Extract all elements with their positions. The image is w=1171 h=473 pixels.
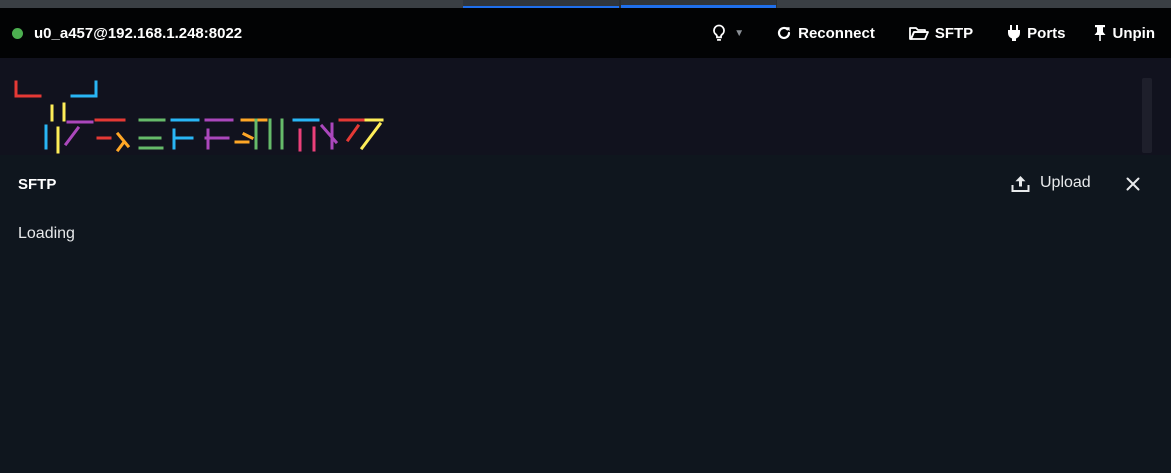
close-button[interactable]	[1124, 175, 1142, 193]
host-label: u0_a457@192.168.1.248:8022	[34, 24, 243, 42]
unpin-label: Unpin	[1112, 24, 1156, 42]
tab-strip	[0, 0, 1171, 8]
sftp-panel: SFTP Upload Loading	[0, 155, 1171, 473]
connection-info: u0_a457@192.168.1.248:8022	[0, 25, 242, 42]
tab[interactable]	[0, 0, 463, 8]
lightbulb-icon	[713, 24, 726, 41]
tab-active[interactable]	[621, 0, 776, 8]
reconnect-button[interactable]: Reconnect	[776, 21, 875, 46]
loading-status: Loading	[18, 225, 75, 242]
upload-button[interactable]: Upload	[1011, 172, 1091, 194]
reconnect-label: Reconnect	[798, 24, 875, 42]
upload-icon	[1011, 175, 1030, 192]
panel-title: SFTP	[18, 176, 57, 193]
folder-open-icon	[908, 27, 929, 40]
toolbar-actions: ▼ Reconnect SFTP Ports Unpin	[712, 8, 1171, 58]
close-icon	[1126, 177, 1140, 191]
pin-icon	[1094, 25, 1105, 41]
ascii-art-banner	[14, 80, 384, 154]
unpin-button[interactable]: Unpin	[1093, 20, 1156, 46]
sftp-button[interactable]: SFTP	[908, 21, 974, 46]
plug-icon	[1008, 25, 1021, 41]
status-dot-icon	[12, 27, 23, 39]
sftp-label: SFTP	[934, 24, 974, 42]
chevron-down-icon: ▼	[734, 27, 745, 39]
tab[interactable]	[777, 0, 1171, 8]
refresh-icon	[778, 26, 791, 40]
terminal-scrollbar[interactable]	[1142, 78, 1152, 153]
ports-button[interactable]: Ports	[1007, 20, 1066, 46]
ports-label: Ports	[1027, 24, 1066, 42]
session-toolbar: u0_a457@192.168.1.248:8022 ▼ Reconnect S…	[0, 8, 1171, 58]
upload-label: Upload	[1040, 174, 1091, 191]
terminal-view[interactable]	[0, 58, 1171, 155]
tab[interactable]	[463, 0, 619, 8]
theme-dropdown[interactable]: ▼	[712, 24, 744, 42]
